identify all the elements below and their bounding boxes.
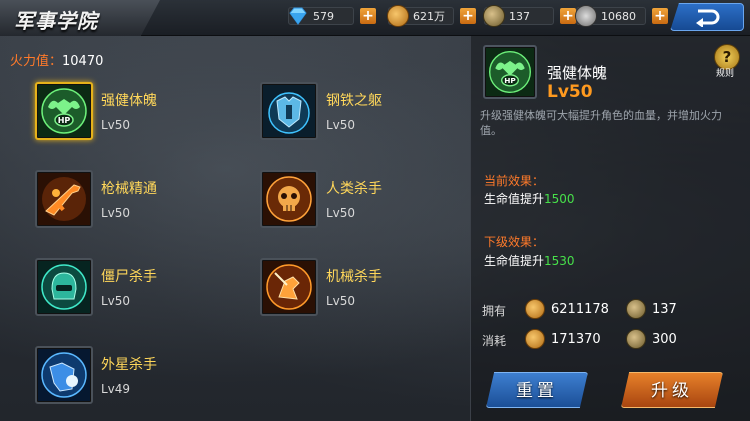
medal-icon xyxy=(483,5,505,27)
skill-level: Lv50 xyxy=(326,206,356,220)
skill-gun-mastery[interactable]: 枪械精通 Lv50 xyxy=(35,164,235,234)
back-button[interactable] xyxy=(670,3,744,31)
hp-muscle-icon: HP xyxy=(35,82,93,140)
selected-skill-description: 升级强健体魄可大幅提升角色的血量，并增加火力值。 xyxy=(480,109,722,137)
cost-label: 消耗 xyxy=(482,334,507,348)
diamond-icon xyxy=(287,5,309,27)
skill-level: Lv49 xyxy=(101,382,131,396)
selected-skill-name: 强健体魄 xyxy=(547,64,608,82)
add-gold-button[interactable]: + xyxy=(460,8,476,24)
next-effect-title: 下级效果： xyxy=(484,235,545,249)
cost-medal-value: 300 xyxy=(652,332,677,347)
gold-value: 621万 xyxy=(413,10,445,23)
mech-icon xyxy=(260,258,318,316)
svg-text:HP: HP xyxy=(58,116,71,125)
skill-name: 机械杀手 xyxy=(326,269,382,285)
skill-level: Lv50 xyxy=(326,118,356,132)
svg-text:HP: HP xyxy=(504,76,516,85)
skill-iron-body[interactable]: 钢铁之躯 Lv50 xyxy=(260,76,460,146)
skill-name: 钢铁之躯 xyxy=(326,93,382,109)
skill-level: Lv50 xyxy=(101,294,131,308)
medal-icon xyxy=(626,329,646,349)
diamond-resource: 579 + xyxy=(288,6,376,26)
skill-level: Lv50 xyxy=(101,118,131,132)
help-label: 规则 xyxy=(716,69,735,79)
reset-button[interactable]: 重置 xyxy=(486,372,588,408)
skill-alien-killer[interactable]: 外星杀手 Lv49 xyxy=(35,340,235,410)
back-arrow-icon xyxy=(696,9,720,27)
diamond-value: 579 xyxy=(313,9,334,23)
add-medal-button[interactable]: + xyxy=(560,8,576,24)
skill-name: 枪械精通 xyxy=(101,181,157,197)
gold-coin-icon xyxy=(387,5,409,27)
skill-name: 强健体魄 xyxy=(101,93,157,109)
selected-skill-level: Lv50 xyxy=(547,82,593,102)
next-effect-text: 生命值提升 xyxy=(484,254,545,268)
badge-value: 10680 xyxy=(601,9,636,23)
current-effect-text: 生命值提升 xyxy=(484,192,545,206)
page-title: 军事学院 xyxy=(14,9,98,33)
skill-level: Lv50 xyxy=(101,206,131,220)
own-medal-value: 137 xyxy=(652,302,677,317)
selected-skill-hp-icon: HP xyxy=(483,45,537,99)
gold-coin-icon xyxy=(525,299,545,319)
skill-name: 僵尸杀手 xyxy=(101,269,157,285)
top-bar: 军事学院 579 + 621万 + 137 + 10680 + xyxy=(0,0,750,36)
zombie-helmet-icon xyxy=(35,258,93,316)
skill-strong-body[interactable]: HP 强健体魄 Lv50 xyxy=(35,76,235,146)
medal-resource: 137 + xyxy=(483,5,576,27)
firepower-label: 火力值： xyxy=(10,54,63,69)
rifle-icon xyxy=(35,170,93,228)
skill-mech-killer[interactable]: 机械杀手 Lv50 xyxy=(260,252,460,322)
add-badge-button[interactable]: + xyxy=(652,8,668,24)
badge-resource: 10680 + xyxy=(575,5,668,27)
skill-name: 人类杀手 xyxy=(326,181,382,197)
gold-coin-icon xyxy=(525,329,545,349)
skull-icon xyxy=(260,170,318,228)
skill-zombie-killer[interactable]: 僵尸杀手 Lv50 xyxy=(35,252,235,322)
next-effect-value: 1530 xyxy=(544,254,575,268)
add-diamond-button[interactable]: + xyxy=(360,8,376,24)
alien-armor-icon xyxy=(35,346,93,404)
current-effect-value: 1500 xyxy=(544,192,575,206)
current-effect-title: 当前效果： xyxy=(484,174,545,188)
skill-name: 外星杀手 xyxy=(101,357,157,373)
skill-human-killer[interactable]: 人类杀手 Lv50 xyxy=(260,164,460,234)
medal-icon xyxy=(626,299,646,319)
own-gold-value: 6211178 xyxy=(551,302,609,317)
current-effect: 生命值提升1500 xyxy=(484,190,575,207)
upgrade-button[interactable]: 升级 xyxy=(621,372,723,408)
next-effect: 生命值提升1530 xyxy=(484,252,575,269)
skill-level: Lv50 xyxy=(326,294,356,308)
own-label: 拥有 xyxy=(482,304,507,318)
badge-icon xyxy=(575,5,597,27)
firepower: 火力值：10470 xyxy=(10,50,103,69)
firepower-value: 10470 xyxy=(62,54,104,69)
armor-icon xyxy=(260,82,318,140)
gold-resource: 621万 + xyxy=(387,5,476,27)
cost-gold-value: 171370 xyxy=(551,332,601,347)
medal-value: 137 xyxy=(509,9,530,23)
